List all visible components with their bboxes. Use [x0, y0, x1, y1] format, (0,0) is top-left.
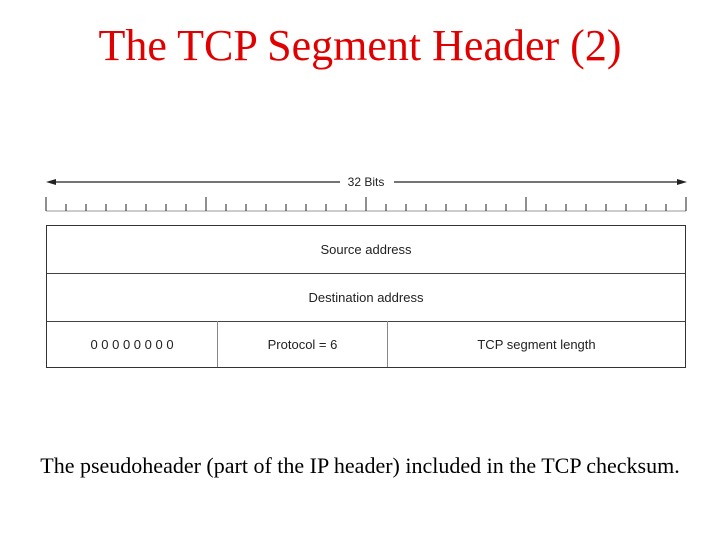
ruler-label: 32 Bits	[340, 175, 392, 189]
arrow-right-icon	[677, 179, 687, 185]
ruler-ticks	[45, 197, 687, 211]
slide-title: The TCP Segment Header (2)	[98, 21, 622, 70]
pseudoheader-table: Source address Destination address 0 0 0…	[46, 225, 686, 368]
arrow-left-icon	[46, 179, 56, 185]
slide-caption: The pseudoheader (part of the IP header)…	[40, 453, 680, 478]
row-protocol-length: 0 0 0 0 0 0 0 0 Protocol = 6 TCP segment…	[47, 321, 685, 367]
row-destination-address: Destination address	[47, 273, 685, 322]
field-protocol: Protocol = 6	[218, 321, 388, 367]
field-source-address: Source address	[320, 242, 412, 257]
field-zero-padding: 0 0 0 0 0 0 0 0	[47, 321, 218, 367]
field-destination-address: Destination address	[308, 289, 424, 305]
field-tcp-segment-length: TCP segment length	[477, 336, 596, 352]
row-source-address: Source address	[47, 226, 685, 274]
